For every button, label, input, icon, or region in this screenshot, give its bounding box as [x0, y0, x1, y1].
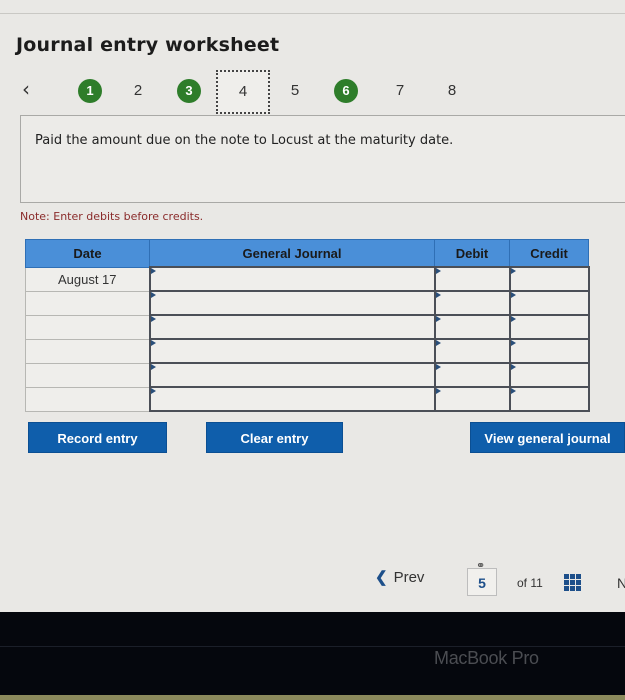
step-6[interactable]: 6 — [334, 79, 358, 103]
desk-surface — [0, 695, 625, 700]
table-row — [25, 290, 590, 316]
dropdown-marker-icon — [150, 268, 156, 274]
grid-menu-icon[interactable] — [564, 574, 581, 591]
entry-note: Note: Enter debits before credits. — [20, 210, 204, 223]
date-cell — [25, 338, 150, 364]
date-cell — [25, 290, 150, 316]
credit-input[interactable] — [508, 338, 590, 364]
dropdown-marker-icon — [510, 316, 516, 322]
step-8[interactable]: 8 — [441, 80, 463, 102]
column-header-date: Date — [25, 239, 150, 268]
journal-entry-table: Date General Journal Debit Credit August… — [25, 239, 590, 412]
step-7[interactable]: 7 — [389, 80, 411, 102]
credit-input[interactable] — [508, 314, 590, 340]
account-input[interactable] — [148, 386, 436, 412]
credit-input[interactable] — [508, 266, 590, 292]
debit-input[interactable] — [433, 386, 511, 412]
debit-input[interactable] — [433, 362, 511, 388]
page-number-input[interactable]: 5 — [467, 568, 497, 596]
prev-label: Prev — [393, 569, 425, 586]
dropdown-marker-icon — [150, 364, 156, 370]
step-4-current[interactable]: 4 — [216, 70, 270, 114]
credit-input[interactable] — [508, 386, 590, 412]
device-brand-label: MacBook Pro — [434, 648, 539, 668]
account-input[interactable] — [148, 266, 436, 292]
step-1[interactable]: 1 — [78, 79, 102, 103]
record-entry-button[interactable]: Record entry — [28, 422, 167, 453]
date-cell — [25, 314, 150, 340]
dropdown-marker-icon — [435, 316, 441, 322]
table-row — [25, 314, 590, 340]
chevron-left-icon: ❮ — [375, 569, 388, 586]
debit-input[interactable] — [433, 338, 511, 364]
column-header-general-journal: General Journal — [149, 239, 435, 268]
account-input[interactable] — [148, 290, 436, 316]
dropdown-marker-icon — [510, 364, 516, 370]
clear-entry-button[interactable]: Clear entry — [206, 422, 343, 453]
account-input[interactable] — [148, 314, 436, 340]
account-input[interactable] — [148, 362, 436, 388]
dropdown-marker-icon — [150, 388, 156, 394]
credit-input[interactable] — [508, 362, 590, 388]
transaction-description-box: Paid the amount due on the note to Locus… — [20, 115, 625, 203]
step-3[interactable]: 3 — [177, 79, 201, 103]
dropdown-marker-icon — [150, 316, 156, 322]
dropdown-marker-icon — [510, 292, 516, 298]
table-row: August 17 — [25, 266, 590, 292]
step-2[interactable]: 2 — [127, 80, 149, 102]
view-general-journal-button[interactable]: View general journal — [470, 422, 625, 453]
table-row — [25, 386, 590, 412]
debit-input[interactable] — [433, 266, 511, 292]
dropdown-marker-icon — [435, 268, 441, 274]
dropdown-marker-icon — [150, 292, 156, 298]
step-5[interactable]: 5 — [284, 80, 306, 102]
page-total: of 11 — [517, 576, 543, 590]
debit-input[interactable] — [433, 290, 511, 316]
dropdown-marker-icon — [150, 340, 156, 346]
top-divider — [0, 13, 625, 14]
dropdown-marker-icon — [435, 292, 441, 298]
account-input[interactable] — [148, 338, 436, 364]
dropdown-marker-icon — [510, 388, 516, 394]
page-title: Journal entry worksheet — [16, 34, 280, 56]
date-cell — [25, 386, 150, 412]
column-header-debit: Debit — [434, 239, 510, 268]
step-navigator: ‹ 1 2 3 4 5 6 7 8 — [0, 70, 625, 114]
credit-input[interactable] — [508, 290, 590, 316]
table-header-row: Date General Journal Debit Credit — [25, 239, 589, 268]
laptop-bezel: MacBook Pro — [0, 612, 625, 700]
bezel-divider — [0, 646, 625, 647]
dropdown-marker-icon — [435, 388, 441, 394]
table-row — [25, 338, 590, 364]
next-button[interactable]: N — [617, 575, 625, 591]
prev-button[interactable]: ❮ Prev — [375, 568, 424, 586]
dropdown-marker-icon — [435, 340, 441, 346]
date-cell: August 17 — [25, 266, 150, 292]
table-row — [25, 362, 590, 388]
date-cell — [25, 362, 150, 388]
debit-input[interactable] — [433, 314, 511, 340]
transaction-description: Paid the amount due on the note to Locus… — [35, 133, 454, 148]
dropdown-marker-icon — [510, 268, 516, 274]
dropdown-marker-icon — [510, 340, 516, 346]
chevron-left-icon[interactable]: ‹ — [22, 77, 30, 101]
dropdown-marker-icon — [435, 364, 441, 370]
column-header-credit: Credit — [509, 239, 589, 268]
